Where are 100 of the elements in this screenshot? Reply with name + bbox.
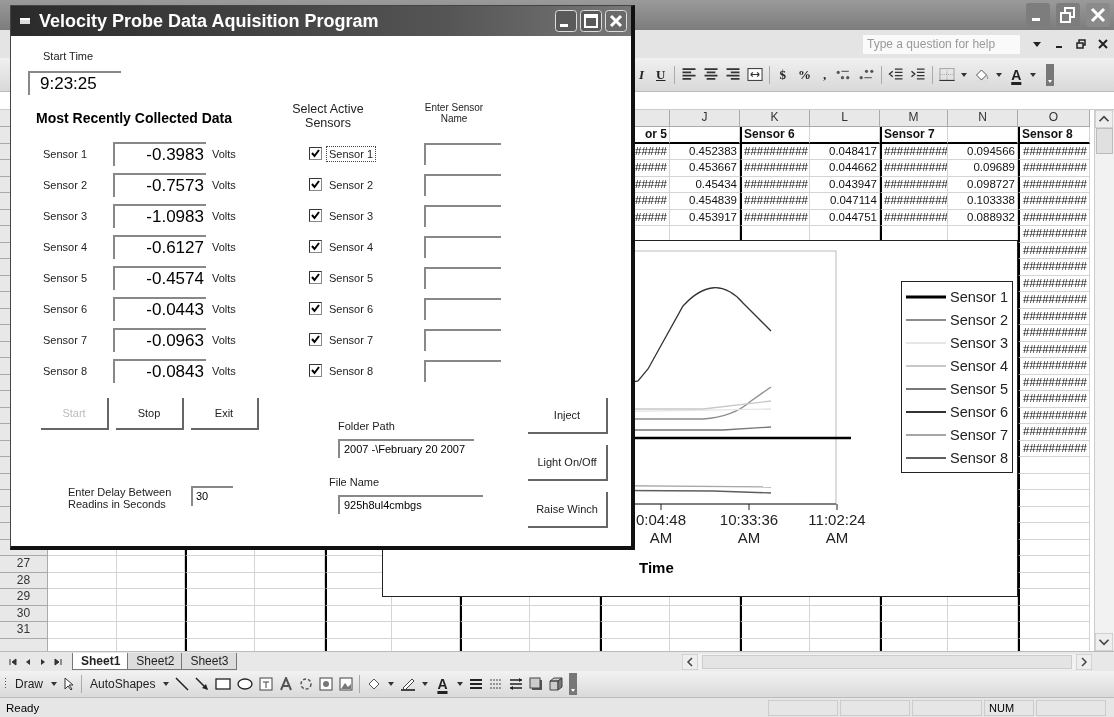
- sheet-tab[interactable]: Sheet3: [181, 653, 238, 670]
- toolbar-options-icon[interactable]: [568, 673, 577, 695]
- help-search-field[interactable]: Type a question for help: [863, 34, 1020, 54]
- line-icon[interactable]: [175, 677, 190, 691]
- align-center-icon[interactable]: [703, 68, 720, 81]
- arrow-icon[interactable]: [195, 677, 210, 691]
- scroll-right-icon[interactable]: [1076, 653, 1092, 670]
- clip-art-icon[interactable]: [319, 677, 334, 691]
- checkbox-label[interactable]: Sensor 7: [326, 331, 377, 348]
- checkbox[interactable]: [309, 147, 322, 160]
- status-text: Ready: [6, 701, 40, 714]
- dropdown-caret-icon[interactable]: [51, 681, 57, 687]
- action-button[interactable]: Raise Winch: [528, 492, 608, 528]
- action-button[interactable]: Light On/Off: [528, 445, 608, 481]
- checkbox[interactable]: [309, 333, 322, 346]
- close-icon[interactable]: [1098, 39, 1108, 49]
- checkbox-label[interactable]: Sensor 3: [326, 207, 377, 224]
- comma-style-button[interactable]: ,: [819, 66, 830, 83]
- delay-label: Enter Delay Between Readins in Seconds: [68, 486, 173, 510]
- percent-button[interactable]: %: [794, 66, 814, 83]
- line-style-icon[interactable]: [468, 678, 483, 690]
- cube-icon[interactable]: [548, 677, 563, 691]
- empty-cell: [460, 605, 530, 622]
- font-color-button[interactable]: A: [1008, 66, 1025, 83]
- folder-path-field[interactable]: 2007 -\February 20 2007: [338, 439, 474, 458]
- checkbox[interactable]: [309, 271, 322, 284]
- checkbox[interactable]: [309, 178, 322, 191]
- maximize-icon[interactable]: [580, 10, 602, 32]
- checkbox-label[interactable]: Sensor 1: [326, 145, 377, 162]
- arrow-style-icon[interactable]: [508, 678, 523, 690]
- reading-field: -0.0843: [113, 358, 206, 383]
- autoshapes-menu[interactable]: AutoShapes: [88, 677, 158, 691]
- file-name-field[interactable]: 925h8ul4cmbgs: [338, 495, 483, 514]
- checkbox-label[interactable]: Sensor 2: [326, 176, 377, 193]
- dropdown-caret-icon[interactable]: [961, 71, 968, 78]
- reading-field: -0.7573: [113, 172, 206, 197]
- align-left-icon[interactable]: [681, 68, 698, 81]
- action-button[interactable]: Inject: [528, 398, 608, 434]
- pointer-icon[interactable]: [63, 677, 75, 691]
- align-right-icon[interactable]: [725, 68, 742, 81]
- checkbox-label[interactable]: Sensor 4: [326, 238, 377, 255]
- scroll-thumb[interactable]: [702, 654, 1072, 669]
- oval-icon[interactable]: [237, 677, 254, 691]
- scroll-up-icon[interactable]: [1095, 110, 1113, 128]
- minimize-icon[interactable]: [555, 10, 577, 32]
- toolbar-options-icon[interactable]: [1046, 63, 1055, 86]
- scroll-down-icon[interactable]: [1095, 633, 1113, 651]
- diagram-icon[interactable]: [299, 677, 314, 691]
- dropdown-caret-icon[interactable]: [1030, 71, 1037, 78]
- pen-icon[interactable]: [400, 677, 417, 691]
- increase-indent-icon[interactable]: [910, 68, 927, 81]
- decrease-decimal-icon[interactable]: [858, 68, 876, 81]
- dash-style-icon[interactable]: [488, 678, 503, 690]
- text-box-icon[interactable]: [259, 677, 274, 691]
- italic-button[interactable]: I: [636, 66, 648, 83]
- delay-field[interactable]: 30: [191, 486, 233, 506]
- table-cell: ##########: [880, 176, 948, 193]
- first-sheet-icon[interactable]: [8, 656, 18, 667]
- borders-icon[interactable]: [939, 68, 956, 81]
- draw-menu[interactable]: Draw: [13, 677, 45, 691]
- sheet-tab[interactable]: Sheet1: [72, 653, 130, 670]
- vertical-scrollbar[interactable]: [1094, 110, 1114, 651]
- checkbox-label[interactable]: Sensor 8: [326, 362, 377, 379]
- scroll-thumb[interactable]: [1096, 128, 1113, 154]
- checkbox[interactable]: [309, 364, 322, 377]
- currency-button[interactable]: $: [776, 66, 789, 83]
- image-icon[interactable]: [339, 677, 354, 691]
- column-heading: Select Active Sensors: [291, 102, 365, 132]
- dropdown-caret-icon[interactable]: [456, 681, 463, 687]
- underline-button[interactable]: U: [653, 66, 669, 83]
- rectangle-icon[interactable]: [215, 677, 232, 691]
- sheet-tab[interactable]: Sheet2: [127, 653, 184, 670]
- table-cell: 0.044751: [810, 209, 880, 226]
- table-cell: 0.103338: [948, 193, 1018, 210]
- checkbox[interactable]: [309, 302, 322, 315]
- dropdown-caret-icon[interactable]: [422, 681, 429, 687]
- horizontal-scrollbar[interactable]: [682, 653, 1092, 670]
- start-time-field[interactable]: 9:23:25: [28, 71, 121, 95]
- wordart-icon[interactable]: [279, 677, 294, 691]
- decrease-indent-icon[interactable]: [888, 68, 905, 81]
- dropdown-caret-icon[interactable]: [163, 681, 170, 687]
- checkbox-label[interactable]: Sensor 6: [326, 300, 377, 317]
- shadow-icon[interactable]: [528, 677, 543, 691]
- scroll-left-icon[interactable]: [682, 653, 699, 670]
- checkbox-label[interactable]: Sensor 5: [326, 269, 377, 286]
- dropdown-caret-icon[interactable]: [1032, 39, 1042, 49]
- dialog-button[interactable]: Stop: [116, 398, 184, 430]
- empty-cell: [530, 605, 600, 622]
- dialog-button[interactable]: Exit: [191, 398, 259, 430]
- checkbox[interactable]: [309, 240, 322, 253]
- font-color-button[interactable]: A: [434, 676, 451, 692]
- restore-icon[interactable]: [1076, 39, 1086, 49]
- checkbox[interactable]: [309, 209, 322, 222]
- table-cell: ##########: [1018, 143, 1090, 160]
- merge-center-icon[interactable]: [747, 68, 764, 81]
- sensor-label: Sensor 1: [42, 147, 89, 160]
- dropdown-caret-icon[interactable]: [388, 681, 395, 687]
- dropdown-caret-icon[interactable]: [996, 71, 1003, 78]
- folder-path-label: Folder Path: [338, 420, 395, 432]
- last-sheet-icon[interactable]: [53, 656, 63, 667]
